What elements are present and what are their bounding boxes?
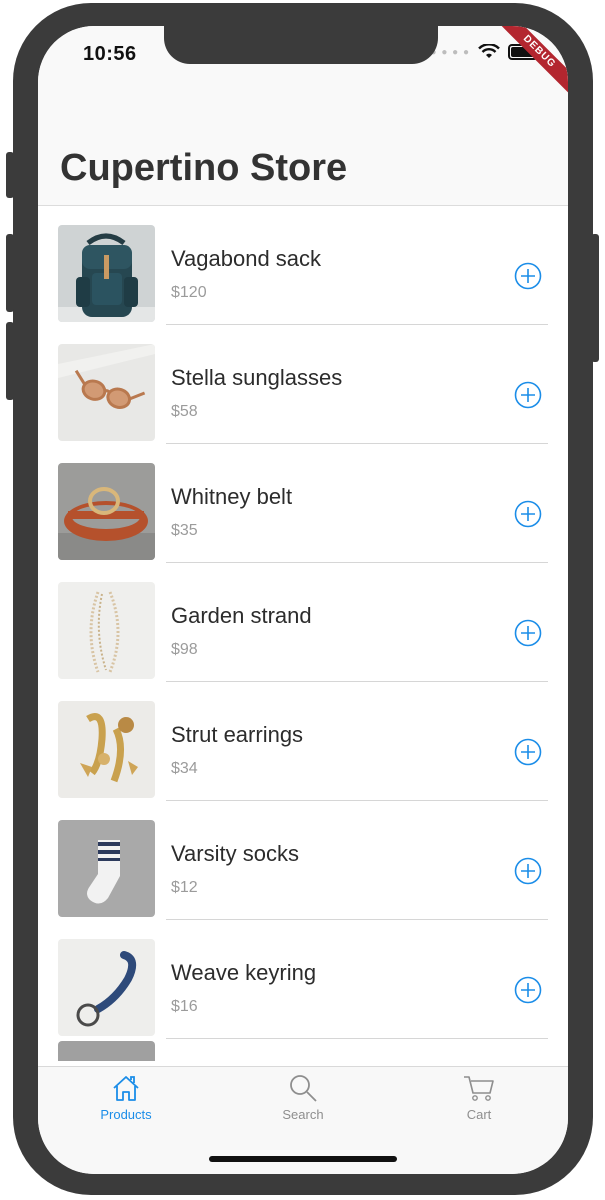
tab-cart[interactable]: Cart: [419, 1073, 539, 1122]
wifi-icon: [478, 44, 500, 58]
product-name: Weave keyring: [171, 960, 317, 985]
add-circle-icon[interactable]: [514, 738, 542, 766]
volume-up-button: [6, 234, 14, 312]
tab-products[interactable]: Products: [66, 1073, 186, 1122]
product-row[interactable]: Weave keyring $16: [38, 920, 568, 1039]
add-circle-icon[interactable]: [514, 500, 542, 528]
product-thumbnail: [58, 820, 155, 917]
volume-down-button: [6, 322, 14, 400]
add-circle-icon[interactable]: [514, 381, 542, 409]
cart-icon: [464, 1076, 494, 1101]
product-name: Varsity socks: [171, 841, 299, 866]
status-time: 10:56: [83, 43, 137, 65]
product-list[interactable]: Vagabond sack $120 Stella sunglasses $58…: [38, 206, 568, 1066]
tab-label: Cart: [466, 1107, 492, 1122]
product-name: Whitney belt: [171, 484, 293, 509]
page-title: Cupertino Store: [60, 147, 348, 189]
add-circle-icon[interactable]: [514, 857, 542, 885]
search-icon: [290, 1075, 317, 1102]
product-thumbnail: [58, 344, 155, 441]
product-name: Stella sunglasses: [171, 365, 343, 390]
home-icon: [113, 1076, 139, 1101]
product-thumbnail: [58, 225, 155, 322]
product-row[interactable]: Strut earrings $34: [38, 682, 568, 801]
product-name: Garden strand: [171, 603, 312, 628]
product-thumbnail-partial: [58, 1041, 155, 1061]
product-thumbnail: [58, 463, 155, 560]
product-row[interactable]: Vagabond sack $120: [38, 206, 568, 325]
product-row[interactable]: Whitney belt $35: [38, 444, 568, 563]
navigation-bar: Cupertino Store: [38, 86, 568, 206]
product-price: $58: [171, 403, 198, 420]
add-circle-icon[interactable]: [514, 619, 542, 647]
product-price: $120: [171, 284, 207, 301]
product-price: $16: [171, 998, 198, 1015]
row-divider: [166, 1038, 548, 1039]
tab-label: Search: [282, 1107, 324, 1122]
product-row[interactable]: Garden strand $98: [38, 563, 568, 682]
power-button: [591, 234, 599, 362]
product-price: $98: [171, 641, 198, 658]
signal-dots-icon: ● ● ● ●: [430, 46, 470, 58]
product-thumbnail: [58, 582, 155, 679]
product-price: $12: [171, 879, 198, 896]
tab-label: Products: [100, 1107, 152, 1122]
phone-screen: 10:56 ● ● ● ● DEBUG Cupertino Store Vaga…: [38, 26, 568, 1174]
product-name: Strut earrings: [171, 722, 304, 747]
product-thumbnail: [58, 939, 155, 1036]
product-price: $34: [171, 760, 198, 777]
notch: [164, 26, 438, 64]
product-thumbnail: [58, 701, 155, 798]
tab-search[interactable]: Search: [243, 1073, 363, 1122]
home-indicator[interactable]: [209, 1156, 397, 1162]
add-circle-icon[interactable]: [514, 976, 542, 1004]
add-circle-icon[interactable]: [514, 262, 542, 290]
product-name: Vagabond sack: [171, 246, 322, 271]
product-price: $35: [171, 522, 198, 539]
mute-switch: [6, 152, 14, 198]
product-row[interactable]: Varsity socks $12: [38, 801, 568, 920]
product-row[interactable]: Stella sunglasses $58: [38, 325, 568, 444]
